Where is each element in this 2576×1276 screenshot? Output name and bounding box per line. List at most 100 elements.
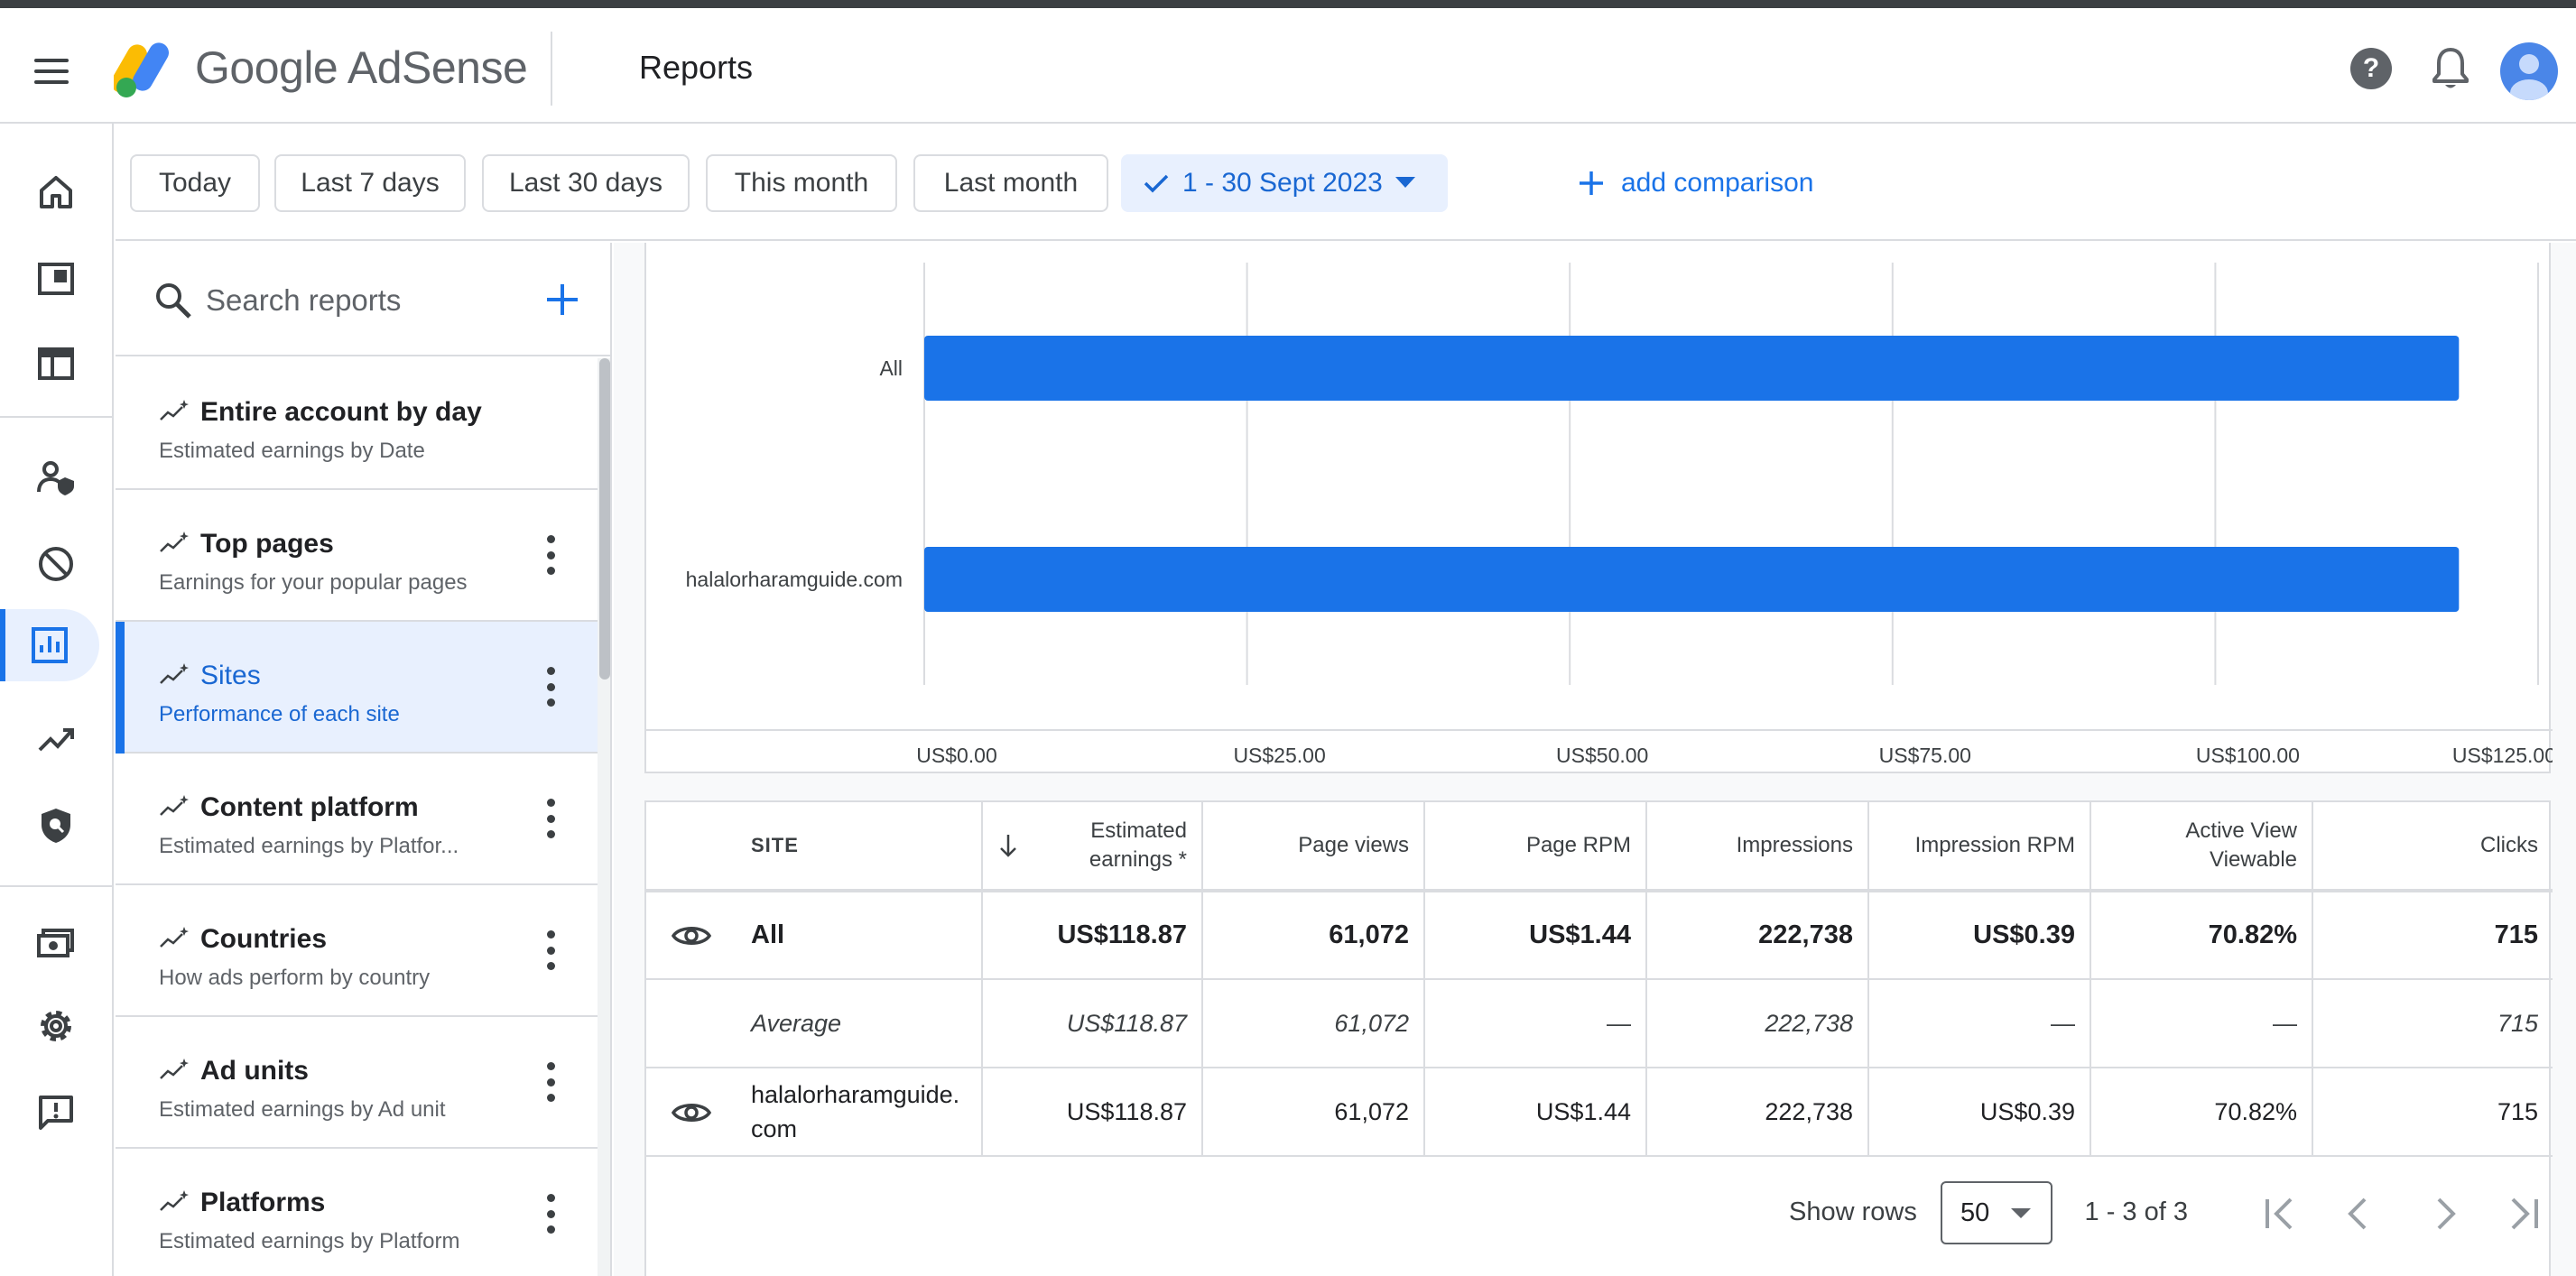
navigation-rail <box>0 124 114 1276</box>
site-column-header[interactable]: SITE <box>737 802 983 892</box>
cell-site: All <box>737 891 983 980</box>
report-title: Content platform <box>200 792 419 822</box>
add-comparison-label: add comparison <box>1621 168 1814 198</box>
app-bar: Google AdSense Reports ? <box>0 8 2576 124</box>
report-list-scroll-thumb[interactable] <box>599 358 610 680</box>
check-icon <box>1144 174 1169 193</box>
notifications-bell-icon[interactable] <box>2430 46 2471 91</box>
cell-page-rpm: — <box>1424 979 1647 1068</box>
rows-per-page-select[interactable]: 50 <box>1941 1181 2052 1244</box>
rail-policy-center[interactable] <box>0 790 112 862</box>
home-icon <box>40 176 72 208</box>
rail-home[interactable] <box>0 156 112 228</box>
select-caret-icon <box>2011 1208 2031 1218</box>
report-subtitle: Estimated earnings by Platfor... <box>159 834 459 858</box>
page-views-column-header[interactable]: Page views <box>1202 802 1425 892</box>
report-subtitle: Performance of each site <box>159 702 400 726</box>
sparkle-trend-icon <box>160 1059 189 1079</box>
search-icon <box>156 283 191 319</box>
last-page-icon[interactable] <box>2502 1194 2544 1234</box>
privacy-messaging-icon <box>37 461 74 495</box>
cell-page-views: 61,072 <box>1202 979 1425 1068</box>
visibility-toggle[interactable] <box>646 1068 737 1157</box>
help-icon[interactable]: ? <box>2350 48 2392 89</box>
report-item[interactable]: Countries How ads perform by country <box>116 885 598 1017</box>
more-options-icon[interactable] <box>545 535 556 575</box>
cell-active-view: — <box>2090 979 2313 1068</box>
avatar-person-icon <box>2510 54 2548 100</box>
show-rows-label: Show rows <box>1789 1197 1917 1226</box>
rail-ads[interactable] <box>0 243 112 315</box>
visibility-toggle[interactable] <box>646 891 737 980</box>
more-options-icon[interactable] <box>545 930 556 970</box>
report-item[interactable]: Ad units Estimated earnings by Ad unit <box>116 1017 598 1149</box>
more-options-icon[interactable] <box>545 1062 556 1102</box>
eye-icon <box>671 1103 712 1122</box>
account-avatar[interactable] <box>2500 42 2558 100</box>
impressions-column-header[interactable]: Impressions <box>1646 802 1869 892</box>
brand-name[interactable]: Google AdSense <box>195 41 528 95</box>
active-view-column-header[interactable]: Active View Viewable <box>2090 802 2313 892</box>
report-item[interactable]: Top pages Earnings for your popular page… <box>116 490 598 622</box>
sparkle-trend-icon <box>160 532 189 552</box>
chip-this-month[interactable]: This month <box>706 154 897 212</box>
report-item[interactable]: Entire account by day Estimated earnings… <box>116 358 598 490</box>
report-content: US$0.00 US$25.00 US$50.00 US$75.00 US$100.00… <box>614 243 2576 1276</box>
search-reports-input[interactable]: Search reports <box>206 281 401 320</box>
sparkle-trend-icon <box>160 400 189 421</box>
report-item[interactable]: Content platform Estimated earnings by P… <box>116 754 598 885</box>
date-filter-bar: Today Last 7 days Last 30 days This mont… <box>116 124 2576 241</box>
optimization-icon <box>38 728 74 752</box>
page-rpm-column-header[interactable]: Page RPM <box>1424 802 1647 892</box>
first-page-icon[interactable] <box>2260 1194 2302 1234</box>
sort-descending-icon[interactable] <box>997 833 1019 858</box>
rail-feedback[interactable] <box>0 1077 112 1149</box>
rail-settings[interactable] <box>0 990 112 1062</box>
cell-clicks: 715 <box>2312 979 2553 1068</box>
cell-page-views: 61,072 <box>1202 891 1425 980</box>
rail-privacy-messaging[interactable] <box>0 441 112 513</box>
ads-icon <box>38 263 74 295</box>
chip-last-month[interactable]: Last month <box>913 154 1108 212</box>
dropdown-caret-icon <box>1395 177 1415 188</box>
x-tick-label: US$50.00 <box>1556 744 1648 767</box>
x-tick-label: US$100.00 <box>2196 744 2300 767</box>
more-options-icon[interactable] <box>545 1194 556 1234</box>
pagination-range: 1 - 3 of 3 <box>2084 1197 2188 1226</box>
next-page-icon[interactable] <box>2424 1194 2466 1234</box>
more-options-icon[interactable] <box>545 799 556 838</box>
bar-chart-card: US$0.00 US$25.00 US$50.00 US$75.00 US$100.00… <box>644 243 2553 773</box>
main-menu-icon[interactable] <box>34 48 81 95</box>
clicks-column-header[interactable]: Clicks <box>2312 802 2553 892</box>
report-title: Countries <box>200 924 328 954</box>
previous-page-icon[interactable] <box>2338 1194 2379 1234</box>
estimated-earnings-column-header[interactable]: Estimated earnings * <box>982 802 1203 892</box>
sparkle-trend-icon <box>160 663 189 684</box>
impression-rpm-column-header[interactable]: Impression RPM <box>1868 802 2091 892</box>
rail-reports[interactable] <box>0 609 99 681</box>
cell-site: Average <box>737 979 983 1068</box>
reports-icon <box>32 627 68 663</box>
cell-estimated-earnings: US$118.87 <box>982 979 1203 1068</box>
chip-last-7-days[interactable]: Last 7 days <box>274 154 466 212</box>
new-report-plus-icon[interactable] <box>542 279 583 320</box>
x-tick-label: US$25.00 <box>1233 744 1325 767</box>
cell-clicks: 715 <box>2312 891 2553 980</box>
chip-today[interactable]: Today <box>130 154 260 212</box>
cell-page-rpm: US$1.44 <box>1424 891 1647 980</box>
table-row-average: Average US$118.87 61,072 — 222,738 — — 7… <box>646 979 2553 1068</box>
add-comparison-button[interactable]: add comparison <box>1578 154 1813 212</box>
rail-sites[interactable] <box>0 328 112 400</box>
report-search[interactable]: Search reports <box>116 243 610 356</box>
chip-last-30-days[interactable]: Last 30 days <box>482 154 690 212</box>
report-item-active[interactable]: Sites Performance of each site <box>116 622 598 754</box>
more-options-icon[interactable] <box>545 667 556 707</box>
cell-impression-rpm: US$0.39 <box>1868 1068 2091 1157</box>
date-range-selector[interactable]: 1 - 30 Sept 2023 <box>1121 154 1448 212</box>
rail-optimization[interactable] <box>0 703 112 775</box>
report-item[interactable]: Platforms Estimated earnings by Platform <box>116 1149 598 1276</box>
report-title: Platforms <box>200 1188 326 1217</box>
report-subtitle: How ads perform by country <box>159 966 431 990</box>
rail-blocking-controls[interactable] <box>0 528 112 600</box>
rail-payments[interactable] <box>0 905 112 977</box>
